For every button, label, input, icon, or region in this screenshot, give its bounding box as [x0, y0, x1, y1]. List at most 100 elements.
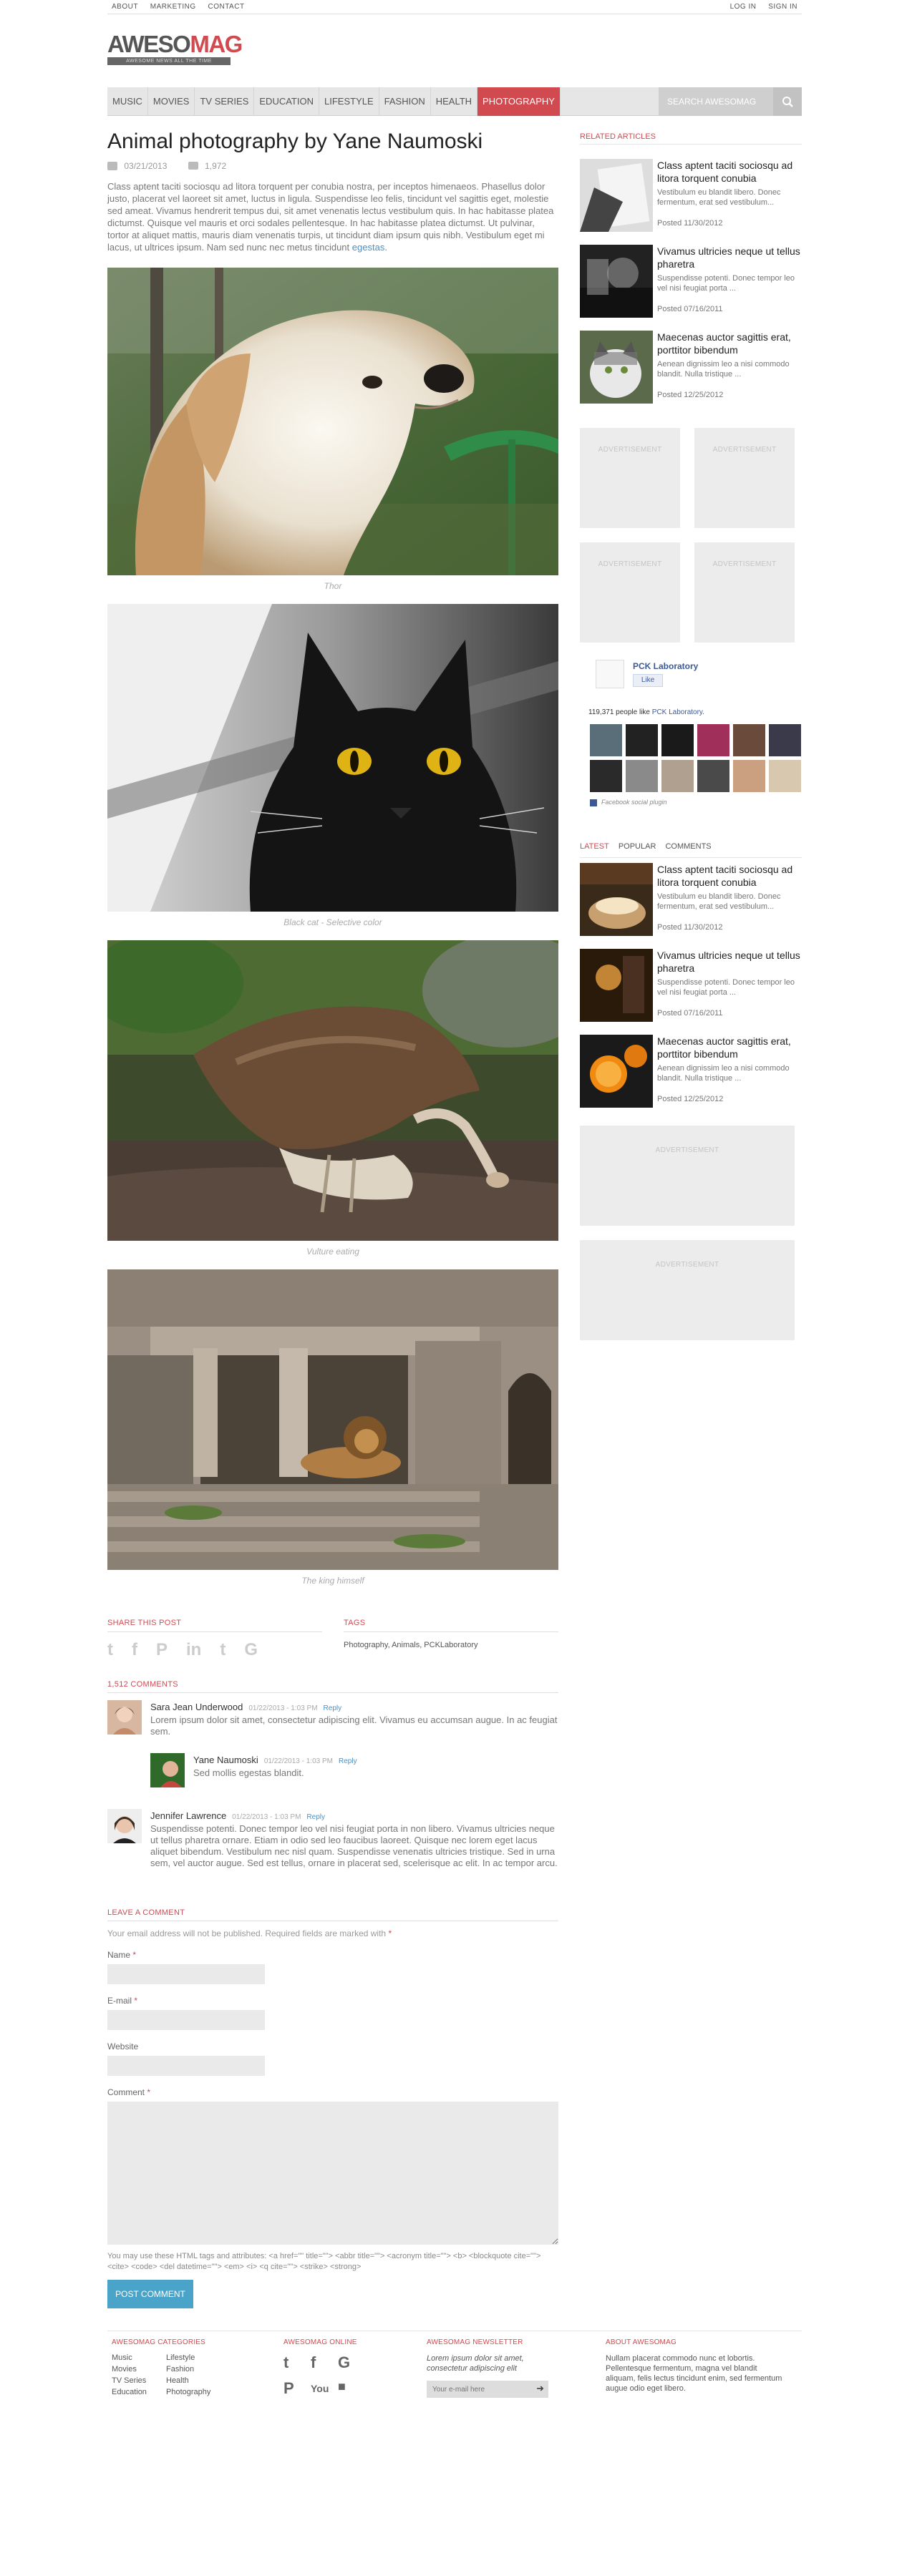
- ad-block[interactable]: ADVERTISEMENT: [580, 542, 680, 643]
- ad-block-wide[interactable]: ADVERTISEMENT: [580, 1126, 795, 1226]
- footer-link[interactable]: Lifestyle: [166, 2353, 220, 2362]
- newsletter-email-input[interactable]: [427, 2381, 527, 2398]
- related-thumb[interactable]: [580, 331, 653, 404]
- name-label: Name *: [107, 1950, 137, 1960]
- fan-avatar[interactable]: [661, 760, 694, 792]
- footer-link[interactable]: Fashion: [166, 2365, 220, 2373]
- tab-popular[interactable]: POPULAR: [619, 842, 656, 851]
- facebook-like-button[interactable]: Like: [633, 674, 663, 687]
- fan-avatar[interactable]: [661, 724, 694, 756]
- fan-avatar[interactable]: [697, 724, 729, 756]
- latest-thumb[interactable]: [580, 949, 653, 1022]
- top-link-about[interactable]: ABOUT: [112, 3, 138, 11]
- facebook-icon[interactable]: f: [311, 2353, 338, 2372]
- post-comment-button[interactable]: POST COMMENT: [107, 2280, 193, 2308]
- name-field[interactable]: [107, 1964, 265, 1984]
- ad-block[interactable]: ADVERTISEMENT: [694, 542, 795, 643]
- related-thumb[interactable]: [580, 159, 653, 232]
- footer-link[interactable]: Health: [166, 2376, 220, 2385]
- reply-link[interactable]: Reply: [324, 1704, 342, 1712]
- signin-link[interactable]: SIGN IN: [768, 3, 797, 11]
- reply-link[interactable]: Reply: [306, 1813, 325, 1821]
- nav-item-lifestyle[interactable]: LIFESTYLE: [319, 87, 379, 116]
- latest-title[interactable]: Class aptent taciti sociosqu ad litora t…: [657, 863, 802, 889]
- tab-comments[interactable]: COMMENTS: [665, 842, 711, 851]
- delicious-icon[interactable]: ■: [338, 2379, 365, 2398]
- pinterest-icon[interactable]: P: [283, 2379, 311, 2398]
- related-item[interactable]: Vivamus ultricies neque ut tellus pharet…: [580, 245, 802, 323]
- related-item[interactable]: Class aptent taciti sociosqu ad litora t…: [580, 159, 802, 238]
- photo-dog[interactable]: [107, 268, 558, 575]
- twitter-icon[interactable]: t: [283, 2353, 311, 2372]
- nav-item-education[interactable]: EDUCATION: [254, 87, 319, 116]
- latest-title[interactable]: Vivamus ultricies neque ut tellus pharet…: [657, 949, 802, 975]
- footer-link[interactable]: Education: [112, 2388, 166, 2396]
- pinterest-icon[interactable]: P: [156, 1639, 168, 1661]
- intro-link[interactable]: egestas: [352, 242, 385, 253]
- latest-thumb[interactable]: [580, 863, 653, 936]
- nav-item-movies[interactable]: MOVIES: [148, 87, 195, 116]
- footer-newsletter: AWESOMAG NEWSLETTER Lorem ipsum dolor si…: [427, 2338, 548, 2398]
- search-button[interactable]: [773, 87, 802, 116]
- fan-avatar[interactable]: [769, 760, 801, 792]
- ad-block[interactable]: ADVERTISEMENT: [694, 428, 795, 528]
- site-logo[interactable]: AWESOMAG AWESOME NEWS ALL THE TIME: [107, 31, 243, 69]
- reply-link[interactable]: Reply: [339, 1757, 357, 1765]
- fan-avatar[interactable]: [697, 760, 729, 792]
- nav-item-photography[interactable]: PHOTOGRAPHY: [477, 87, 561, 116]
- latest-title[interactable]: Maecenas auctor sagittis erat, porttitor…: [657, 1035, 802, 1060]
- nav-item-tv-series[interactable]: TV SERIES: [195, 87, 255, 116]
- comment-date: 01/22/2013 - 1:03 PM: [248, 1704, 318, 1712]
- google-plus-icon[interactable]: G: [338, 2353, 365, 2372]
- website-field[interactable]: [107, 2056, 265, 2076]
- email-field[interactable]: [107, 2010, 265, 2030]
- latest-item[interactable]: Class aptent taciti sociosqu ad litora t…: [580, 863, 802, 942]
- related-title[interactable]: Class aptent taciti sociosqu ad litora t…: [657, 159, 802, 185]
- facebook-icon[interactable]: f: [132, 1639, 137, 1661]
- search-input[interactable]: [659, 87, 773, 116]
- nav-item-music[interactable]: MUSIC: [107, 87, 148, 116]
- related-thumb[interactable]: [580, 245, 653, 318]
- footer-link[interactable]: Photography: [166, 2388, 220, 2396]
- footer-link[interactable]: TV Series: [112, 2376, 166, 2385]
- photo-lion[interactable]: [107, 1269, 558, 1570]
- ad-block[interactable]: ADVERTISEMENT: [580, 428, 680, 528]
- fan-avatar[interactable]: [590, 724, 622, 756]
- youtube-icon[interactable]: You: [311, 2379, 338, 2398]
- tab-latest[interactable]: LATEST: [580, 842, 609, 851]
- related-item[interactable]: Maecenas auctor sagittis erat, porttitor…: [580, 331, 802, 409]
- top-link-marketing[interactable]: MARKETING: [150, 3, 196, 11]
- tumblr-icon[interactable]: t: [220, 1639, 226, 1661]
- login-link[interactable]: LOG IN: [730, 3, 757, 11]
- google-plus-icon[interactable]: G: [244, 1639, 258, 1661]
- related-title[interactable]: Vivamus ultricies neque ut tellus pharet…: [657, 245, 802, 270]
- tags-list[interactable]: Photography, Animals, PCKLaboratory: [344, 1641, 558, 1649]
- fan-avatar[interactable]: [590, 760, 622, 792]
- latest-item[interactable]: Vivamus ultricies neque ut tellus pharet…: [580, 949, 802, 1028]
- fan-avatar[interactable]: [626, 724, 658, 756]
- linkedin-icon[interactable]: in: [186, 1639, 201, 1661]
- nav-item-fashion[interactable]: FASHION: [379, 87, 431, 116]
- related-title[interactable]: Maecenas auctor sagittis erat, porttitor…: [657, 331, 802, 356]
- fan-avatar[interactable]: [769, 724, 801, 756]
- twitter-icon[interactable]: t: [107, 1639, 113, 1661]
- arrow-right-icon[interactable]: ➜: [536, 2383, 544, 2394]
- footer-link[interactable]: Movies: [112, 2365, 166, 2373]
- fan-avatar[interactable]: [733, 724, 765, 756]
- footer-link[interactable]: Music: [112, 2353, 166, 2362]
- photo-black-cat[interactable]: [107, 604, 558, 912]
- latest-thumb[interactable]: [580, 1035, 653, 1108]
- facebook-page-name[interactable]: PCK Laboratory: [633, 661, 698, 671]
- avatar: [150, 1753, 185, 1787]
- ad-block-wide[interactable]: ADVERTISEMENT: [580, 1240, 795, 1340]
- latest-item[interactable]: Maecenas auctor sagittis erat, porttitor…: [580, 1035, 802, 1113]
- nav-item-health[interactable]: HEALTH: [431, 87, 478, 116]
- top-link-contact[interactable]: CONTACT: [208, 3, 244, 11]
- facebook-page-avatar[interactable]: [596, 660, 624, 688]
- photo-vulture[interactable]: [107, 940, 558, 1241]
- fan-avatar[interactable]: [626, 760, 658, 792]
- article-comment-count[interactable]: 1,972: [205, 161, 226, 171]
- photo-caption: The king himself: [301, 1576, 364, 1586]
- comment-textarea[interactable]: [107, 2102, 558, 2245]
- fan-avatar[interactable]: [733, 760, 765, 792]
